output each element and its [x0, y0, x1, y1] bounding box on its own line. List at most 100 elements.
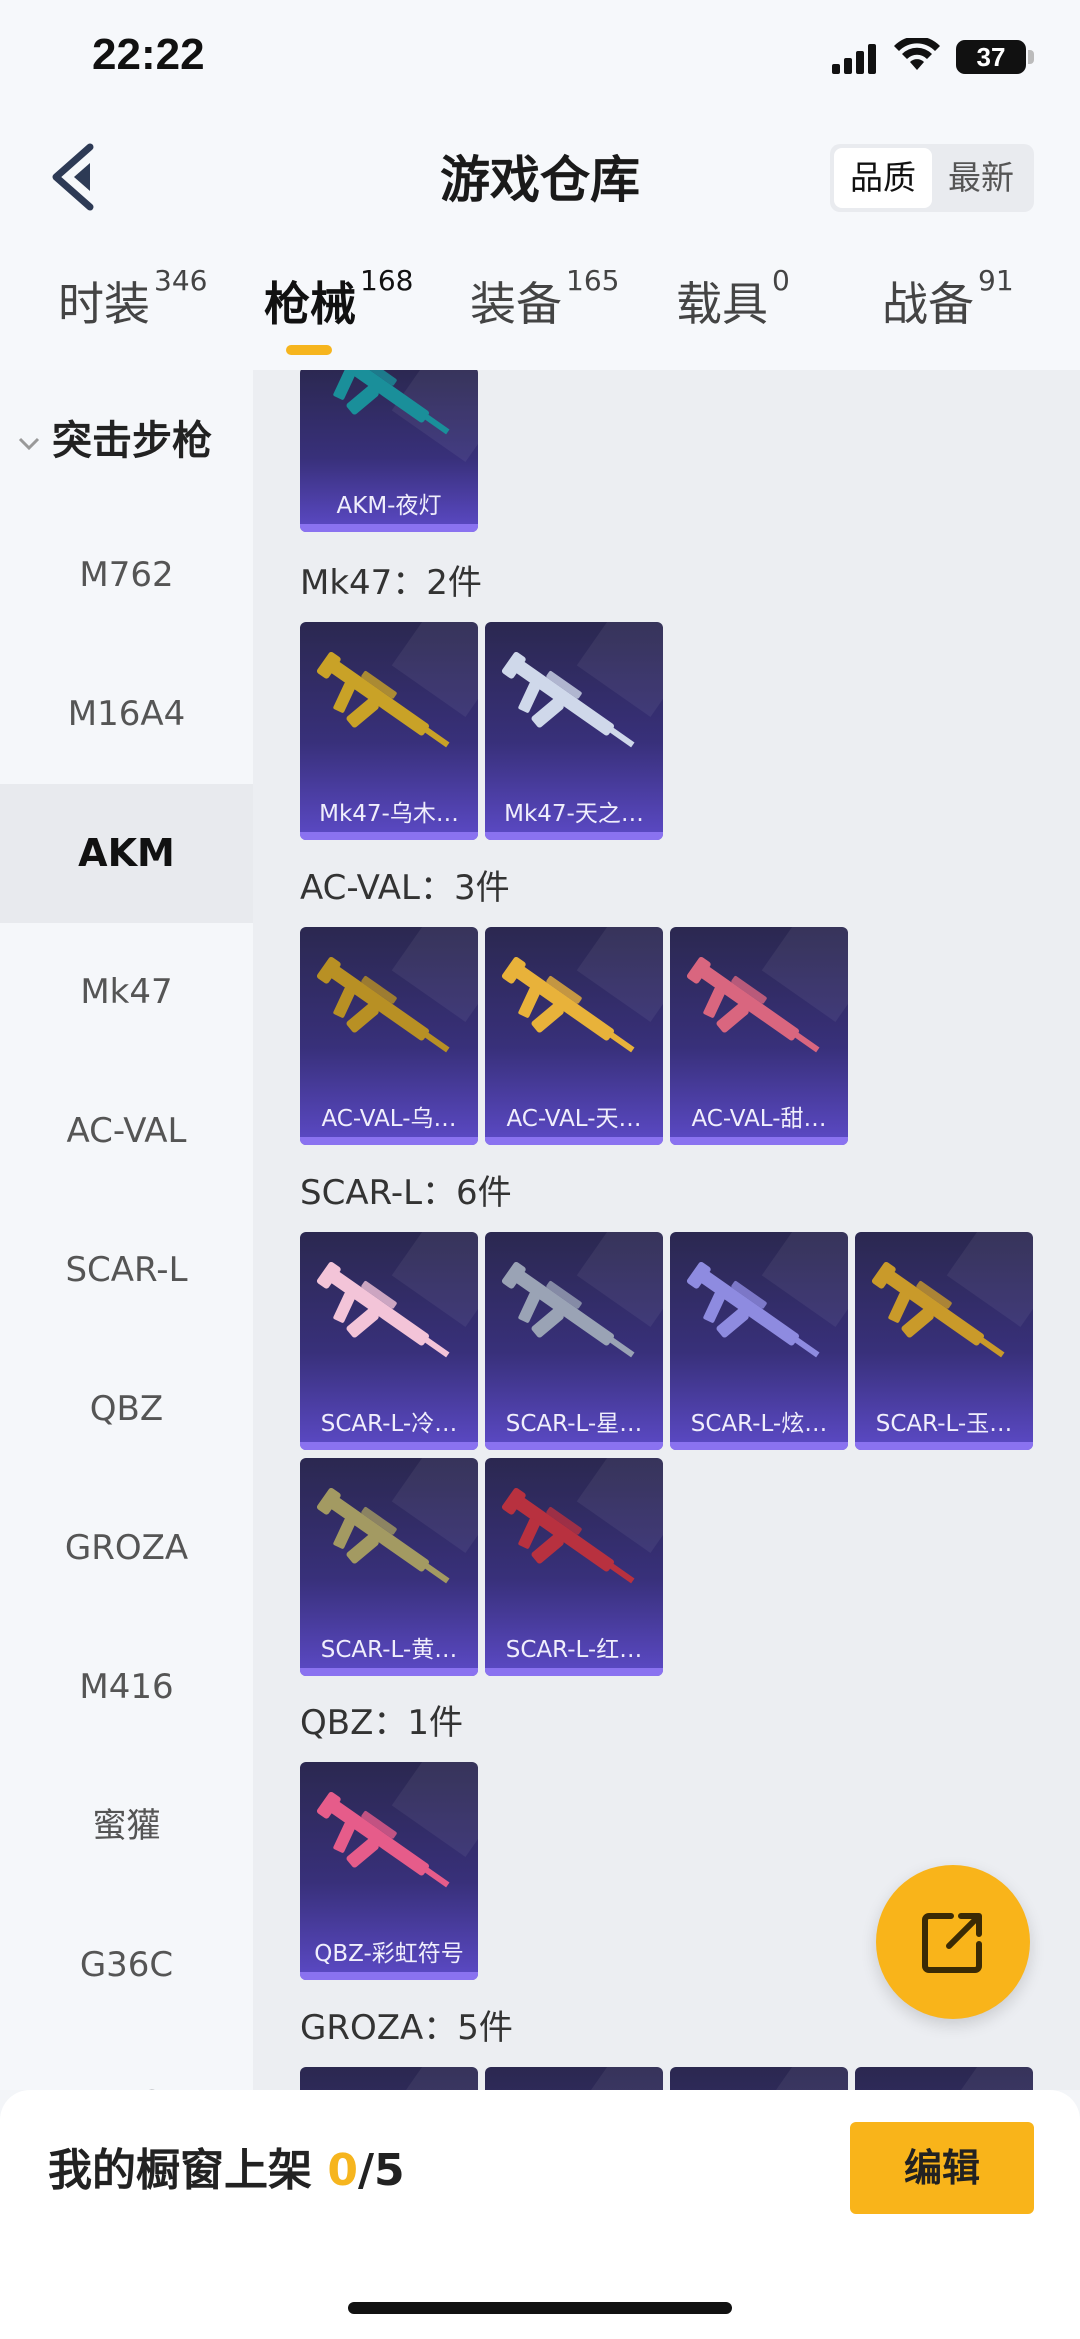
tab-equipment[interactable]: 装备 165	[470, 264, 619, 338]
skin-name: AC-VAL-天…	[506, 1106, 642, 1132]
skin-name: AC-VAL-甜…	[691, 1106, 827, 1132]
home-indicator	[348, 2302, 732, 2314]
skin-card[interactable]: AC-VAL-甜…	[670, 927, 848, 1145]
weapon-image	[495, 1250, 653, 1380]
quality-bar	[300, 832, 478, 840]
skin-name: SCAR-L-红…	[505, 1637, 643, 1663]
showcase-total: /5	[357, 2145, 405, 2196]
quality-bar	[485, 1442, 663, 1450]
sort-toggle: 品质 最新	[830, 144, 1034, 212]
skin-card[interactable]	[855, 2067, 1033, 2090]
share-button[interactable]	[876, 1865, 1030, 2019]
group-title-scarl: SCAR-L：6件	[300, 1173, 512, 1213]
skin-name: SCAR-L-冷…	[320, 1411, 458, 1437]
group-title-mk47: Mk47：2件	[300, 563, 482, 603]
sidebar-item-mk47[interactable]: Mk47	[0, 923, 253, 1062]
sidebar-item-m416[interactable]: M416	[0, 1618, 253, 1757]
showcase-label: 我的橱窗上架	[48, 2145, 328, 2196]
skin-card[interactable]: Mk47-天之…	[485, 622, 663, 840]
wifi-icon	[894, 38, 940, 70]
quality-bar	[300, 1137, 478, 1145]
quality-bar	[300, 1442, 478, 1450]
cellular-signal-icon	[832, 44, 876, 74]
sidebar-item-acval[interactable]: AC-VAL	[0, 1062, 253, 1201]
status-time: 22:22	[92, 30, 205, 79]
weapon-image	[865, 1250, 1023, 1380]
weapon-image	[310, 1476, 468, 1606]
sidebar-item-qbz[interactable]: QBZ	[0, 1340, 253, 1479]
tab-count: 168	[360, 264, 414, 297]
skin-card[interactable]: SCAR-L-星…	[485, 1232, 663, 1450]
weapon-sidebar: 突击步枪 M762 M16A4 AKM Mk47 AC-VAL SCAR-L Q…	[0, 370, 253, 2090]
weapon-image	[495, 1476, 653, 1606]
sidebar-item-m762[interactable]: M762	[0, 506, 253, 645]
edit-button[interactable]: 编辑	[850, 2122, 1034, 2214]
skin-card[interactable]: SCAR-L-冷…	[300, 1232, 478, 1450]
skin-name: Mk47-天之…	[504, 801, 644, 827]
sidebar-item-scarl[interactable]: SCAR-L	[0, 1201, 253, 1340]
sort-newest-button[interactable]: 最新	[932, 148, 1030, 208]
weapon-image	[310, 945, 468, 1075]
quality-bar	[485, 1137, 663, 1145]
skin-card[interactable]	[300, 2067, 478, 2090]
sidebar-item-honey-badger[interactable]: 蜜獾	[0, 1757, 253, 1896]
tab-count: 346	[154, 264, 208, 297]
sidebar-item-groza[interactable]: GROZA	[0, 1479, 253, 1618]
weapon-image	[310, 1780, 468, 1910]
skin-card[interactable]	[670, 2067, 848, 2090]
skin-card[interactable]: SCAR-L-黄…	[300, 1458, 478, 1676]
weapon-image	[495, 945, 653, 1075]
skin-card[interactable]: AC-VAL-天…	[485, 927, 663, 1145]
tab-count: 0	[772, 264, 790, 297]
weapon-image	[310, 640, 468, 770]
skin-card[interactable]: QBZ-彩虹符号	[300, 1762, 478, 1980]
tab-count: 165	[566, 264, 620, 297]
group-title-acval: AC-VAL：3件	[300, 868, 510, 908]
sort-quality-button[interactable]: 品质	[834, 148, 932, 208]
skin-card[interactable]: AC-VAL-乌…	[300, 927, 478, 1145]
sidebar-item-g36c[interactable]: G36C	[0, 1896, 253, 2035]
tab-vehicles[interactable]: 载具 0	[676, 264, 790, 338]
skin-name: AC-VAL-乌…	[321, 1106, 457, 1132]
skin-card[interactable]: SCAR-L-炫…	[670, 1232, 848, 1450]
showcase-status: 我的橱窗上架 0/5	[48, 2134, 405, 2198]
category-header[interactable]: 突击步枪	[16, 408, 212, 468]
tab-label: 时装	[58, 277, 150, 331]
skin-card[interactable]: Mk47-乌木…	[300, 622, 478, 840]
weapon-image	[680, 945, 838, 1075]
skin-name: QBZ-彩虹符号	[314, 1941, 464, 1967]
skin-name: AKM-夜灯	[336, 493, 442, 519]
skin-card[interactable]: SCAR-L-玉…	[855, 1232, 1033, 1450]
skin-name: SCAR-L-炫…	[690, 1411, 828, 1437]
bottom-bar: 我的橱窗上架 0/5 编辑	[0, 2090, 1080, 2339]
skin-card[interactable]: AKM-夜灯	[300, 370, 478, 532]
tab-label: 载具	[676, 277, 768, 331]
skin-name: SCAR-L-星…	[505, 1411, 643, 1437]
chevron-down-icon	[18, 437, 40, 451]
skin-name: SCAR-L-黄…	[320, 1637, 458, 1663]
tab-label: 战备	[882, 277, 974, 331]
skin-card[interactable]	[485, 2067, 663, 2090]
tab-label: 装备	[470, 277, 562, 331]
tab-firearms[interactable]: 枪械 168	[264, 264, 413, 338]
sidebar-item-m16a4[interactable]: M16A4	[0, 645, 253, 784]
category-label: 突击步枪	[52, 418, 212, 464]
skin-name: Mk47-乌木…	[319, 801, 459, 827]
tab-outfits[interactable]: 时装 346	[58, 264, 207, 338]
quality-bar	[670, 1442, 848, 1450]
quality-bar	[485, 1668, 663, 1676]
sidebar-item-aug[interactable]: AUG	[0, 2035, 253, 2090]
weapon-image	[310, 370, 468, 457]
quality-bar	[485, 832, 663, 840]
quality-bar	[670, 1137, 848, 1145]
sidebar-item-akm[interactable]: AKM	[0, 784, 253, 923]
group-title-groza: GROZA：5件	[300, 2008, 513, 2048]
skin-name: SCAR-L-玉…	[875, 1411, 1013, 1437]
showcase-current: 0	[327, 2145, 358, 2196]
status-bar: 22:22 37	[0, 0, 1080, 115]
skin-card[interactable]: SCAR-L-红…	[485, 1458, 663, 1676]
active-tab-indicator	[286, 345, 332, 355]
battery-cap	[1028, 50, 1034, 64]
weapon-image	[680, 1250, 838, 1380]
tab-supplies[interactable]: 战备 91	[882, 264, 1014, 338]
